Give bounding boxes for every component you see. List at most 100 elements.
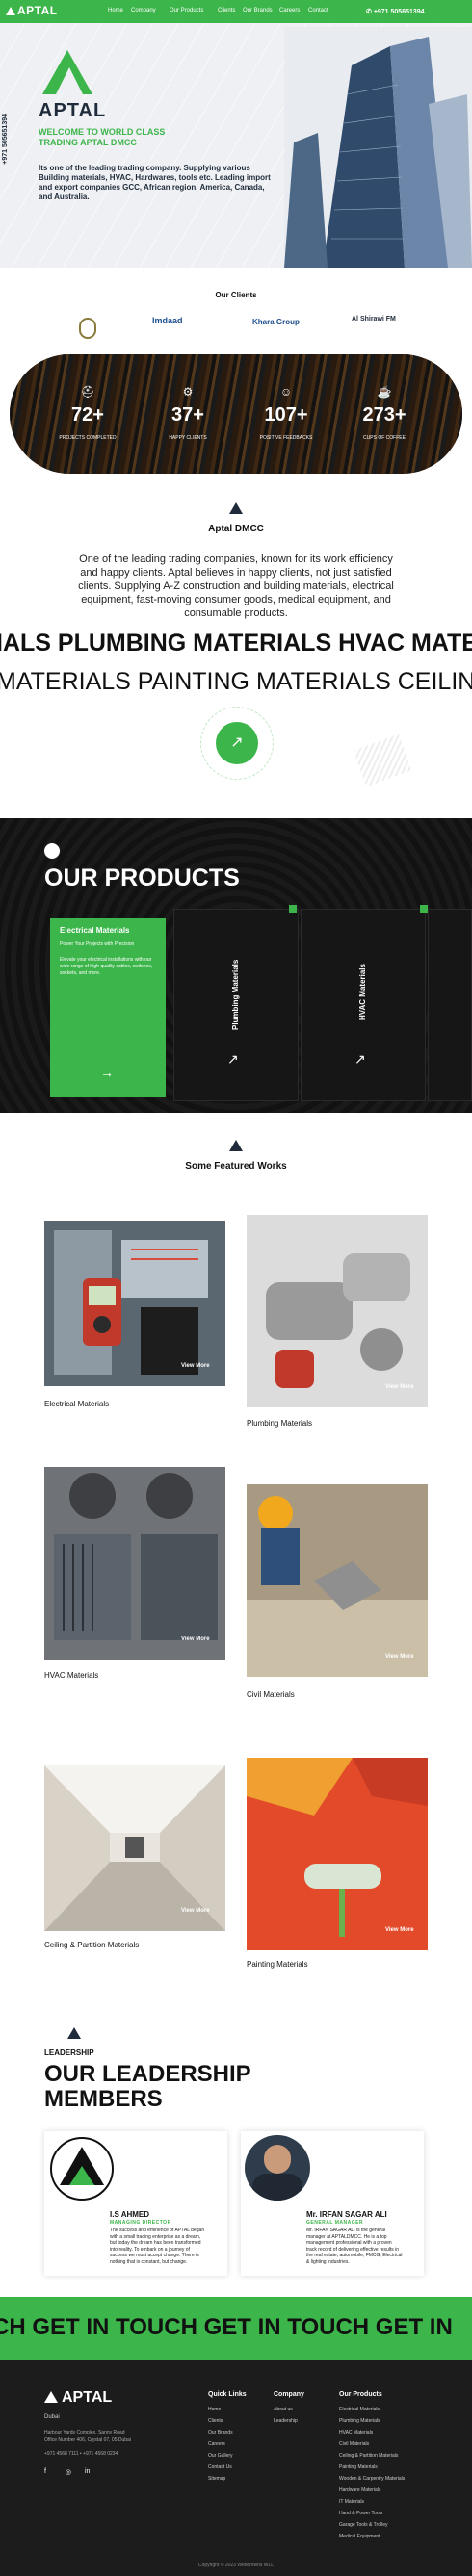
get-in-touch-text[interactable]: CH GET IN TOUCH GET IN TOUCH GET IN <box>0 2314 453 2341</box>
phone-icon: ✆ <box>366 9 374 15</box>
works-logo-icon <box>229 1140 243 1151</box>
work-image-plumbing[interactable] <box>247 1215 428 1407</box>
header-logo[interactable]: APTAL <box>6 4 58 17</box>
work-label-plumbing: Plumbing Materials <box>247 1419 313 1428</box>
product-card-hvac-label: HVAC Materials <box>358 964 367 1020</box>
nav-home[interactable]: Home <box>108 8 123 13</box>
product-card-electrical-title: Electrical Materials <box>60 926 130 935</box>
product-card-next[interactable] <box>428 909 472 1101</box>
products-logo-icon <box>44 843 60 859</box>
works-title: Some Featured Works <box>185 1161 287 1172</box>
arrow-right-icon[interactable]: → <box>100 1065 114 1080</box>
leader-avatar-irfan <box>245 2135 310 2201</box>
footer-product-link[interactable]: Ceiling & Partition Materials <box>339 2453 398 2459</box>
work-image-hvac[interactable] <box>44 1467 225 1660</box>
header-brand-text: APTAL <box>17 4 58 17</box>
footer-phones[interactable]: +971 4568 7111 • +971 4568 0234 <box>44 2451 160 2457</box>
header-phone[interactable]: ✆ +971 505651394 <box>366 8 425 15</box>
client-logo-al-shirawi: Al Shirawi FM <box>352 316 396 322</box>
footer-product-link[interactable]: Hand & Power Tools <box>339 2511 382 2516</box>
stat-label-feedbacks: POSITIVE FEEDBACKS <box>259 435 313 441</box>
view-more-link[interactable]: View More <box>181 1636 210 1642</box>
leader-text-irfan: Mr. IRFAN SAGAR ALI is the general manag… <box>306 2228 403 2265</box>
hero-side-phone[interactable]: +971 505651394 <box>2 114 9 165</box>
stat-label-coffee: CUPS OF COFFEE <box>363 435 406 441</box>
work-label-civil: Civil Materials <box>247 1690 295 1699</box>
about-text: One of the leading trading companies, kn… <box>78 554 394 619</box>
work-label-painting: Painting Materials <box>247 1960 308 1969</box>
hero-headline: WELCOME TO WORLD CLASS TRADING APTAL DMC… <box>39 127 166 147</box>
clients-title: Our Clients <box>215 291 257 299</box>
work-image-electrical[interactable] <box>44 1221 225 1386</box>
stat-value-coffee: 273+ <box>362 404 406 425</box>
footer-product-link[interactable]: Electrical Materials <box>339 2407 380 2412</box>
arrow-up-right-icon[interactable]: ↗ <box>354 1051 366 1068</box>
stat-label-projects: PROJECTS COMPLETED <box>59 435 117 441</box>
view-more-link[interactable]: View More <box>385 1384 414 1390</box>
footer-address-line2: Office Number 406, Crystal 07, 05 Dubai <box>44 2437 131 2443</box>
instagram-icon[interactable]: ◎ <box>66 2468 71 2476</box>
hero-building-image <box>284 27 472 268</box>
footer-link-leadership[interactable]: Leadership <box>274 2418 298 2424</box>
nav-careers[interactable]: Careers <box>279 8 300 13</box>
footer-link-gallery[interactable]: Our Gallery <box>208 2453 233 2459</box>
facebook-icon[interactable]: f <box>44 2468 46 2475</box>
client-logo-imdaad: Imdaad <box>152 316 183 325</box>
footer-link-contact[interactable]: Contact Us <box>208 2464 232 2470</box>
nav-company[interactable]: Company <box>131 8 156 13</box>
about-logo-icon <box>229 502 243 514</box>
footer-product-link[interactable]: Wooden & Carpentry Materials <box>339 2476 405 2482</box>
work-image-civil[interactable] <box>247 1484 428 1677</box>
footer-products-title: Our Products <box>339 2391 382 2398</box>
work-image-painting[interactable] <box>247 1758 428 1950</box>
nav-clients[interactable]: Clients <box>218 8 235 13</box>
footer-product-link[interactable]: Garage Tools & Trolley <box>339 2522 388 2528</box>
footer-link-careers[interactable]: Careers <box>208 2441 225 2447</box>
card-corner-dot <box>289 905 297 913</box>
footer-product-link[interactable]: Civil Materials <box>339 2441 369 2447</box>
product-card-plumbing-label: Plumbing Materials <box>231 959 240 1030</box>
arrow-up-right-icon[interactable]: ↗ <box>227 1051 239 1068</box>
view-more-link[interactable]: View More <box>181 1363 210 1369</box>
footer-product-link[interactable]: IT Materials <box>339 2499 364 2505</box>
footer-product-link[interactable]: Painting Materials <box>339 2464 378 2470</box>
scroll-arrow-button[interactable]: ↗ <box>216 722 258 764</box>
view-more-link[interactable]: View More <box>385 1654 414 1660</box>
work-label-hvac: HVAC Materials <box>44 1671 99 1680</box>
view-more-link[interactable]: View More <box>385 1927 414 1933</box>
client-logo-khara: Khara Group <box>252 318 300 326</box>
linkedin-icon[interactable]: in <box>85 2468 90 2475</box>
footer-product-link[interactable]: HVAC Materials <box>339 2430 373 2435</box>
work-label-electrical: Electrical Materials <box>44 1400 110 1408</box>
leader-role-irfan: GENERAL MANAGER <box>306 2220 364 2226</box>
nav-contact[interactable]: Contact <box>308 8 328 13</box>
view-more-link[interactable]: View More <box>181 1908 210 1914</box>
footer-product-link[interactable]: Hardware Materials <box>339 2487 380 2493</box>
footer-link-home[interactable]: Home <box>208 2407 221 2412</box>
footer-company-title: Company <box>274 2391 304 2398</box>
product-card-electrical-subtitle: Power Your Projects with Precision <box>60 941 135 947</box>
hero-logo-cut <box>56 67 83 94</box>
footer-product-link[interactable]: Medical Equipment <box>339 2534 380 2539</box>
nav-our-brands[interactable]: Our Brands <box>243 8 273 13</box>
nav-our-products[interactable]: Our Products <box>170 8 203 13</box>
leader-role-ahmed: MANAGING DIRECTOR <box>110 2220 171 2226</box>
logo-triangle-icon <box>6 7 15 15</box>
stat-label-clients: HAPPY CLIENTS <box>169 435 207 441</box>
coffee-icon: ☕ <box>377 385 392 399</box>
stat-value-feedbacks: 107+ <box>264 404 308 425</box>
leader-name-ahmed: I.S AHMED <box>110 2210 150 2219</box>
footer-link-brands[interactable]: Our Brands <box>208 2430 233 2435</box>
work-image-ceiling[interactable] <box>44 1765 225 1931</box>
footer-link-sitemap[interactable]: Sitemap <box>208 2476 225 2482</box>
marquee-line-2: MATERIALS PAINTING MATERIALS CEILIN <box>0 668 472 695</box>
leader-name-irfan: Mr. IRFAN SAGAR ALI <box>306 2210 387 2219</box>
marquee-line-1: IALS PLUMBING MATERIALS HVAC MATE <box>0 630 472 657</box>
work-label-ceiling: Ceiling & Partition Materials <box>44 1941 140 1949</box>
leader-text-ahmed: The success and eminence of APTAL began … <box>110 2228 205 2265</box>
footer-product-link[interactable]: Plumbing Materials <box>339 2418 380 2424</box>
card-corner-dot <box>420 905 428 913</box>
footer-link-clients[interactable]: Clients <box>208 2418 223 2424</box>
decorative-stripes <box>353 734 412 787</box>
footer-link-about[interactable]: About us <box>274 2407 293 2412</box>
